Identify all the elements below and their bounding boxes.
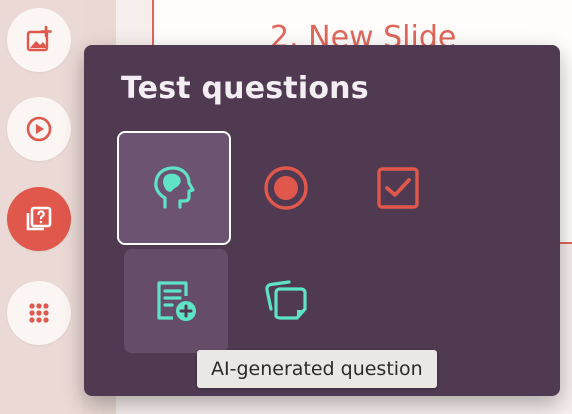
test-questions-popover: Test questions	[84, 45, 560, 396]
ai-generated-question-tile[interactable]	[124, 249, 228, 353]
apps-grid-icon	[29, 303, 49, 323]
left-toolbar	[0, 0, 82, 414]
flashcards-tile[interactable]	[234, 249, 338, 353]
stacked-cards-icon	[265, 280, 307, 320]
more-apps-button[interactable]	[7, 281, 71, 345]
radio-button-icon	[264, 166, 308, 210]
document-add-icon	[157, 281, 196, 321]
test-questions-button[interactable]	[7, 187, 71, 251]
tooltip: AI-generated question	[197, 350, 437, 388]
play-button[interactable]	[7, 97, 71, 161]
checkbox-icon	[377, 167, 419, 209]
question-stack-icon	[26, 206, 52, 231]
ai-question-tile[interactable]	[117, 131, 231, 245]
single-choice-tile[interactable]	[234, 136, 338, 240]
add-image-icon	[26, 25, 52, 52]
multiple-choice-tile[interactable]	[346, 136, 450, 240]
brain-head-icon	[154, 166, 195, 209]
popover-title: Test questions	[121, 71, 369, 106]
add-image-button[interactable]	[7, 8, 71, 72]
play-icon	[26, 116, 52, 142]
